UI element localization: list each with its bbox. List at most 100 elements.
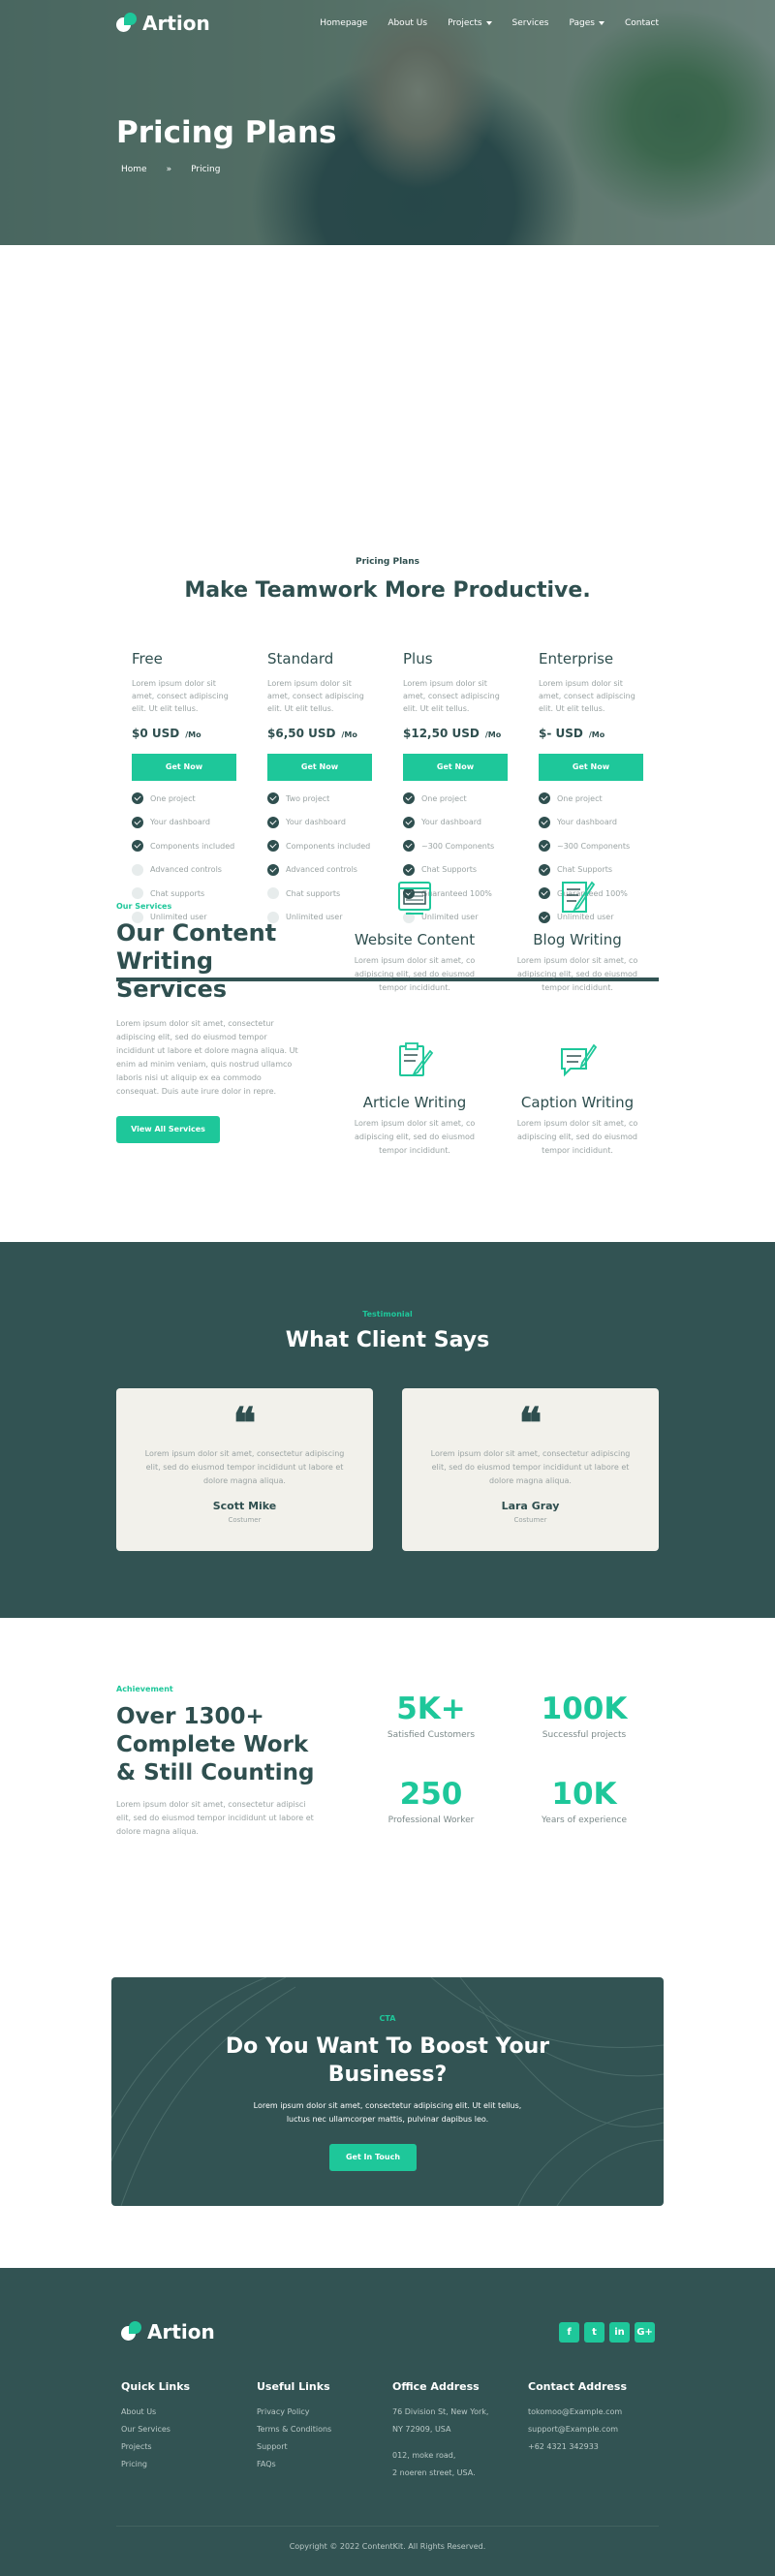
feature-label: Chat Supports	[421, 865, 478, 875]
nav-pages[interactable]: Pages	[570, 18, 604, 28]
check-icon	[539, 816, 550, 828]
logo-icon	[116, 13, 138, 34]
browser-icon	[398, 882, 431, 915]
feature-label: ~300 Components	[421, 841, 495, 851]
feature-item: Components included	[132, 834, 238, 858]
achievement-text: Lorem ipsum dolor sit amet, consectetur …	[116, 1800, 314, 1836]
feature-item: Components included	[267, 834, 374, 858]
stat-number: 10K	[551, 1777, 617, 1812]
nav-pages-label[interactable]: Pages	[570, 18, 595, 28]
get-in-touch-button[interactable]: Get In Touch	[329, 2144, 417, 2171]
get-now-button[interactable]: Get Now	[539, 754, 643, 781]
social-links: f t in G+	[559, 2322, 655, 2343]
testimonial-name: Lara Gray	[501, 1500, 560, 1512]
linkedin-icon[interactable]: in	[609, 2322, 630, 2343]
service-card-blog[interactable]: Blog Writing Lorem ipsum dolor sit amet,…	[510, 877, 645, 995]
footer: Artion f t in G+ Quick Links About Us Ou…	[0, 2268, 775, 2576]
footer-link[interactable]: Our Services	[121, 2425, 170, 2434]
nav-homepage[interactable]: Homepage	[320, 18, 367, 28]
feature-item: Your dashboard	[539, 811, 645, 835]
testimonial-card: ❝ Lorem ipsum dolor sit amet, consectetu…	[402, 1388, 659, 1551]
footer-link[interactable]: Support	[257, 2442, 288, 2451]
breadcrumb-home[interactable]: Home	[121, 165, 147, 174]
check-icon	[267, 816, 279, 828]
check-icon	[539, 792, 550, 805]
quote-icon: ❝	[518, 1399, 542, 1448]
copyright: Copyright © 2022 ContentKit. All Rights …	[289, 2542, 486, 2551]
service-card-caption[interactable]: Caption Writing Lorem ipsum dolor sit am…	[510, 1040, 645, 1158]
feature-label: Your dashboard	[557, 818, 617, 827]
nav-projects[interactable]: Projects	[448, 18, 492, 28]
feature-item: Advanced controls	[132, 858, 238, 883]
cta-title: Do You Want To Boost Your Business?	[225, 2034, 550, 2087]
testimonial-title: What Client Says	[285, 1328, 490, 1352]
plan-name: Enterprise	[539, 650, 614, 667]
plan-name: Plus	[403, 650, 433, 667]
footer-col-title: Useful Links	[257, 2380, 330, 2393]
article-edit-icon	[399, 1042, 434, 1077]
feature-label: Your dashboard	[286, 818, 346, 827]
check-disabled-icon	[267, 887, 279, 900]
support-email[interactable]: support@Example.com	[528, 2425, 618, 2434]
feature-label: One project	[557, 793, 603, 803]
plan-price: $12,50 USD/Mo	[403, 727, 510, 740]
footer-divider	[116, 2526, 659, 2527]
stat-projects: 100K Successful projects	[512, 1691, 657, 1740]
check-icon	[132, 816, 143, 828]
footer-link[interactable]: Projects	[121, 2442, 152, 2451]
service-title: Caption Writing	[520, 1094, 635, 1111]
logo-icon	[121, 2321, 142, 2343]
footer-link[interactable]: Terms & Conditions	[257, 2425, 331, 2434]
footer-link[interactable]: Pricing	[121, 2460, 147, 2468]
check-icon	[403, 863, 415, 876]
get-now-button[interactable]: Get Now	[132, 754, 236, 781]
get-now-button[interactable]: Get Now	[403, 754, 508, 781]
feature-label: Chat Supports	[557, 865, 613, 875]
plan-desc: Lorem ipsum dolor sit amet, consect adip…	[132, 679, 229, 713]
stat-experience: 10K Years of experience	[512, 1777, 657, 1825]
nav-services[interactable]: Services	[512, 18, 549, 28]
nav-projects-label[interactable]: Projects	[448, 18, 481, 28]
services-eyebrow: Our Services	[116, 902, 172, 911]
plan-name: Free	[132, 650, 163, 667]
plan-desc: Lorem ipsum dolor sit amet, consect adip…	[267, 679, 364, 713]
footer-link[interactable]: About Us	[121, 2407, 156, 2416]
facebook-icon[interactable]: f	[559, 2322, 579, 2343]
service-card-website[interactable]: Website Content Lorem ipsum dolor sit am…	[347, 877, 482, 995]
pricing-title: Make Teamwork More Productive.	[184, 578, 591, 603]
contact-email[interactable]: tokomoo@Example.com	[528, 2407, 622, 2416]
testimonial-role: Costumer	[513, 1516, 547, 1524]
google-plus-icon[interactable]: G+	[635, 2322, 655, 2343]
price-period: /Mo	[588, 730, 605, 739]
check-icon	[267, 863, 279, 876]
contact-phone[interactable]: +62 4321 342933	[528, 2442, 599, 2451]
feature-item: ~300 Components	[403, 834, 510, 858]
price-amount: $6,50 USD	[267, 727, 336, 740]
caption-icon	[561, 1043, 598, 1077]
footer-quick-links: Quick Links About Us Our Services Projec…	[121, 2380, 247, 2473]
quote-icon: ❝	[232, 1399, 257, 1448]
feature-item: Two project	[267, 787, 374, 811]
testimonial-role: Costumer	[228, 1516, 262, 1524]
stat-label: Satisfied Customers	[387, 1730, 476, 1740]
plan-desc: Lorem ipsum dolor sit amet, consect adip…	[403, 679, 500, 713]
nav-about[interactable]: About Us	[388, 18, 427, 28]
stat-number: 5K+	[396, 1691, 466, 1726]
cta-eyebrow: CTA	[379, 2014, 396, 2023]
feature-item: ~300 Components	[539, 834, 645, 858]
footer-link[interactable]: FAQs	[257, 2460, 276, 2468]
nav-contact[interactable]: Contact	[625, 18, 659, 28]
view-all-services-button[interactable]: View All Services	[116, 1116, 220, 1143]
footer-link[interactable]: Privacy Policy	[257, 2407, 310, 2416]
feature-item: One project	[403, 787, 510, 811]
main-menu: Homepage About Us Projects Services Page…	[320, 18, 659, 28]
footer-logo[interactable]: Artion	[121, 2320, 215, 2343]
achievement-eyebrow: Achievement	[116, 1685, 173, 1693]
stat-label: Years of experience	[541, 1816, 628, 1825]
service-card-article[interactable]: Article Writing Lorem ipsum dolor sit am…	[347, 1040, 482, 1158]
get-now-button[interactable]: Get Now	[267, 754, 372, 781]
feature-label: One project	[421, 793, 467, 803]
brand-logo[interactable]: Artion	[116, 12, 210, 35]
feature-label: ~300 Components	[557, 841, 631, 851]
twitter-icon[interactable]: t	[584, 2322, 604, 2343]
